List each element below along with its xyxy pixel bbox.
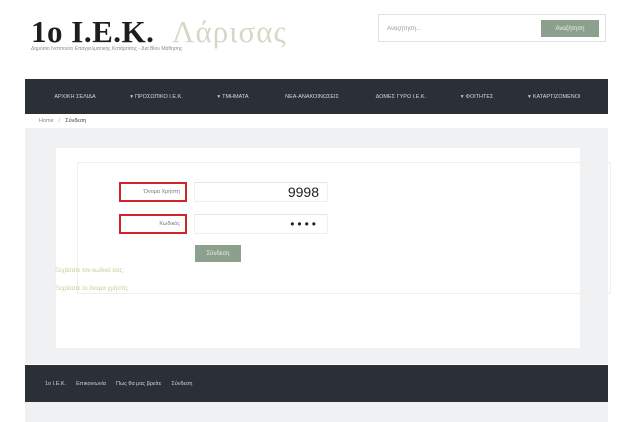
breadcrumb: Home / Σύνδεση: [25, 114, 608, 128]
username-field[interactable]: 9998: [194, 182, 328, 202]
login-card: Όνομα Χρήστη 9998 Κωδικός •••• Σύνδεση: [56, 148, 611, 348]
forgot-password-link[interactable]: Ξεχάσατε τον κωδικό σας;: [55, 268, 124, 274]
search-box: Αναζήτηση: [378, 14, 606, 42]
search-button[interactable]: Αναζήτηση: [541, 20, 599, 37]
nav-item-label: ΚΑΤΑΡΤΙΖΟΜΕΝΟΙ: [532, 93, 581, 100]
nav-item-staff[interactable]: ▾ ΠΡΟΣΩΠΙΚΟ Ι.Ε.Κ.: [130, 94, 182, 100]
dropdown-arrow-icon: ▾: [528, 93, 531, 100]
password-field[interactable]: ••••: [194, 214, 328, 234]
forgot-username-link[interactable]: Ξεχάσατε το όνομα χρήστη;: [55, 286, 128, 292]
username-label: Όνομα Χρήστη: [119, 182, 187, 202]
breadcrumb-home-link[interactable]: Home: [39, 118, 54, 124]
footer-link-directions[interactable]: Πως θα μας βρείτε: [116, 381, 161, 387]
nav-item-facilities[interactable]: ΔΟΜΕΣ ΓΥΡΩ Ι.Ε.Κ.: [374, 94, 426, 100]
nav-item-label: ΔΟΜΕΣ ΓΥΡΩ Ι.Ε.Κ.: [375, 93, 427, 100]
site-footer: 1ο Ι.Ε.Κ. Επικοινωνία Πως θα μας βρείτε …: [25, 365, 608, 402]
nav-item-label: ΑΡΧΙΚΗ ΣΕΛΙΔΑ: [54, 93, 96, 100]
footer-link-login[interactable]: Σύνδεση: [171, 381, 192, 387]
dropdown-arrow-icon: ▾: [460, 93, 464, 100]
search-input[interactable]: [387, 23, 537, 34]
dropdown-arrow-icon: ▾: [130, 93, 134, 100]
logo-city: Λάρισας: [172, 14, 287, 49]
logo-title: 1ο Ι.Ε.Κ.: [31, 14, 155, 49]
footer-link-contact[interactable]: Επικοινωνία: [76, 381, 106, 387]
content-area: Όνομα Χρήστη 9998 Κωδικός •••• Σύνδεση Ξ…: [25, 128, 611, 364]
nav-item-label: ΝΕΑ-ΑΝΑΚΟΙΝΩΣΕΙΣ: [285, 93, 339, 100]
footer-link-home[interactable]: 1ο Ι.Ε.Κ.: [45, 381, 66, 387]
nav-item-label: ΤΜΗΜΑΤΑ: [222, 93, 249, 100]
nav-item-trainees[interactable]: ▾ ΚΑΤΑΡΤΙΖΟΜΕΝΟΙ: [528, 94, 581, 100]
login-form: Όνομα Χρήστη 9998 Κωδικός •••• Σύνδεση: [77, 162, 611, 294]
nav-item-students[interactable]: ▾ ΦΟΙΤΗΤΕΣ: [461, 94, 494, 100]
password-label: Κωδικός: [119, 214, 187, 234]
nav-item-departments[interactable]: ▾ ΤΜΗΜΑΤΑ: [217, 94, 248, 100]
nav-item-news[interactable]: ΝΕΑ-ΑΝΑΚΟΙΝΩΣΕΙΣ: [283, 94, 339, 100]
site-tagline: Δημόσιο Ινστιτούτο Επαγγελματικής Κατάρτ…: [31, 46, 183, 52]
main-nav: ΑΡΧΙΚΗ ΣΕΛΙΔΑ ▾ ΠΡΟΣΩΠΙΚΟ Ι.Ε.Κ. ▾ ΤΜΗΜΑΤΑ…: [25, 79, 608, 114]
login-button[interactable]: Σύνδεση: [195, 245, 241, 262]
breadcrumb-current: Σύνδεση: [65, 118, 87, 124]
nav-item-label: ΦΟΙΤΗΤΕΣ: [465, 93, 494, 100]
nav-item-home[interactable]: ΑΡΧΙΚΗ ΣΕΛΙΔΑ: [52, 94, 95, 100]
bottom-band: [25, 402, 608, 422]
dropdown-arrow-icon: ▾: [217, 93, 221, 100]
nav-item-label: ΠΡΟΣΩΠΙΚΟ Ι.Ε.Κ.: [135, 93, 183, 100]
breadcrumb-separator: /: [58, 118, 61, 124]
